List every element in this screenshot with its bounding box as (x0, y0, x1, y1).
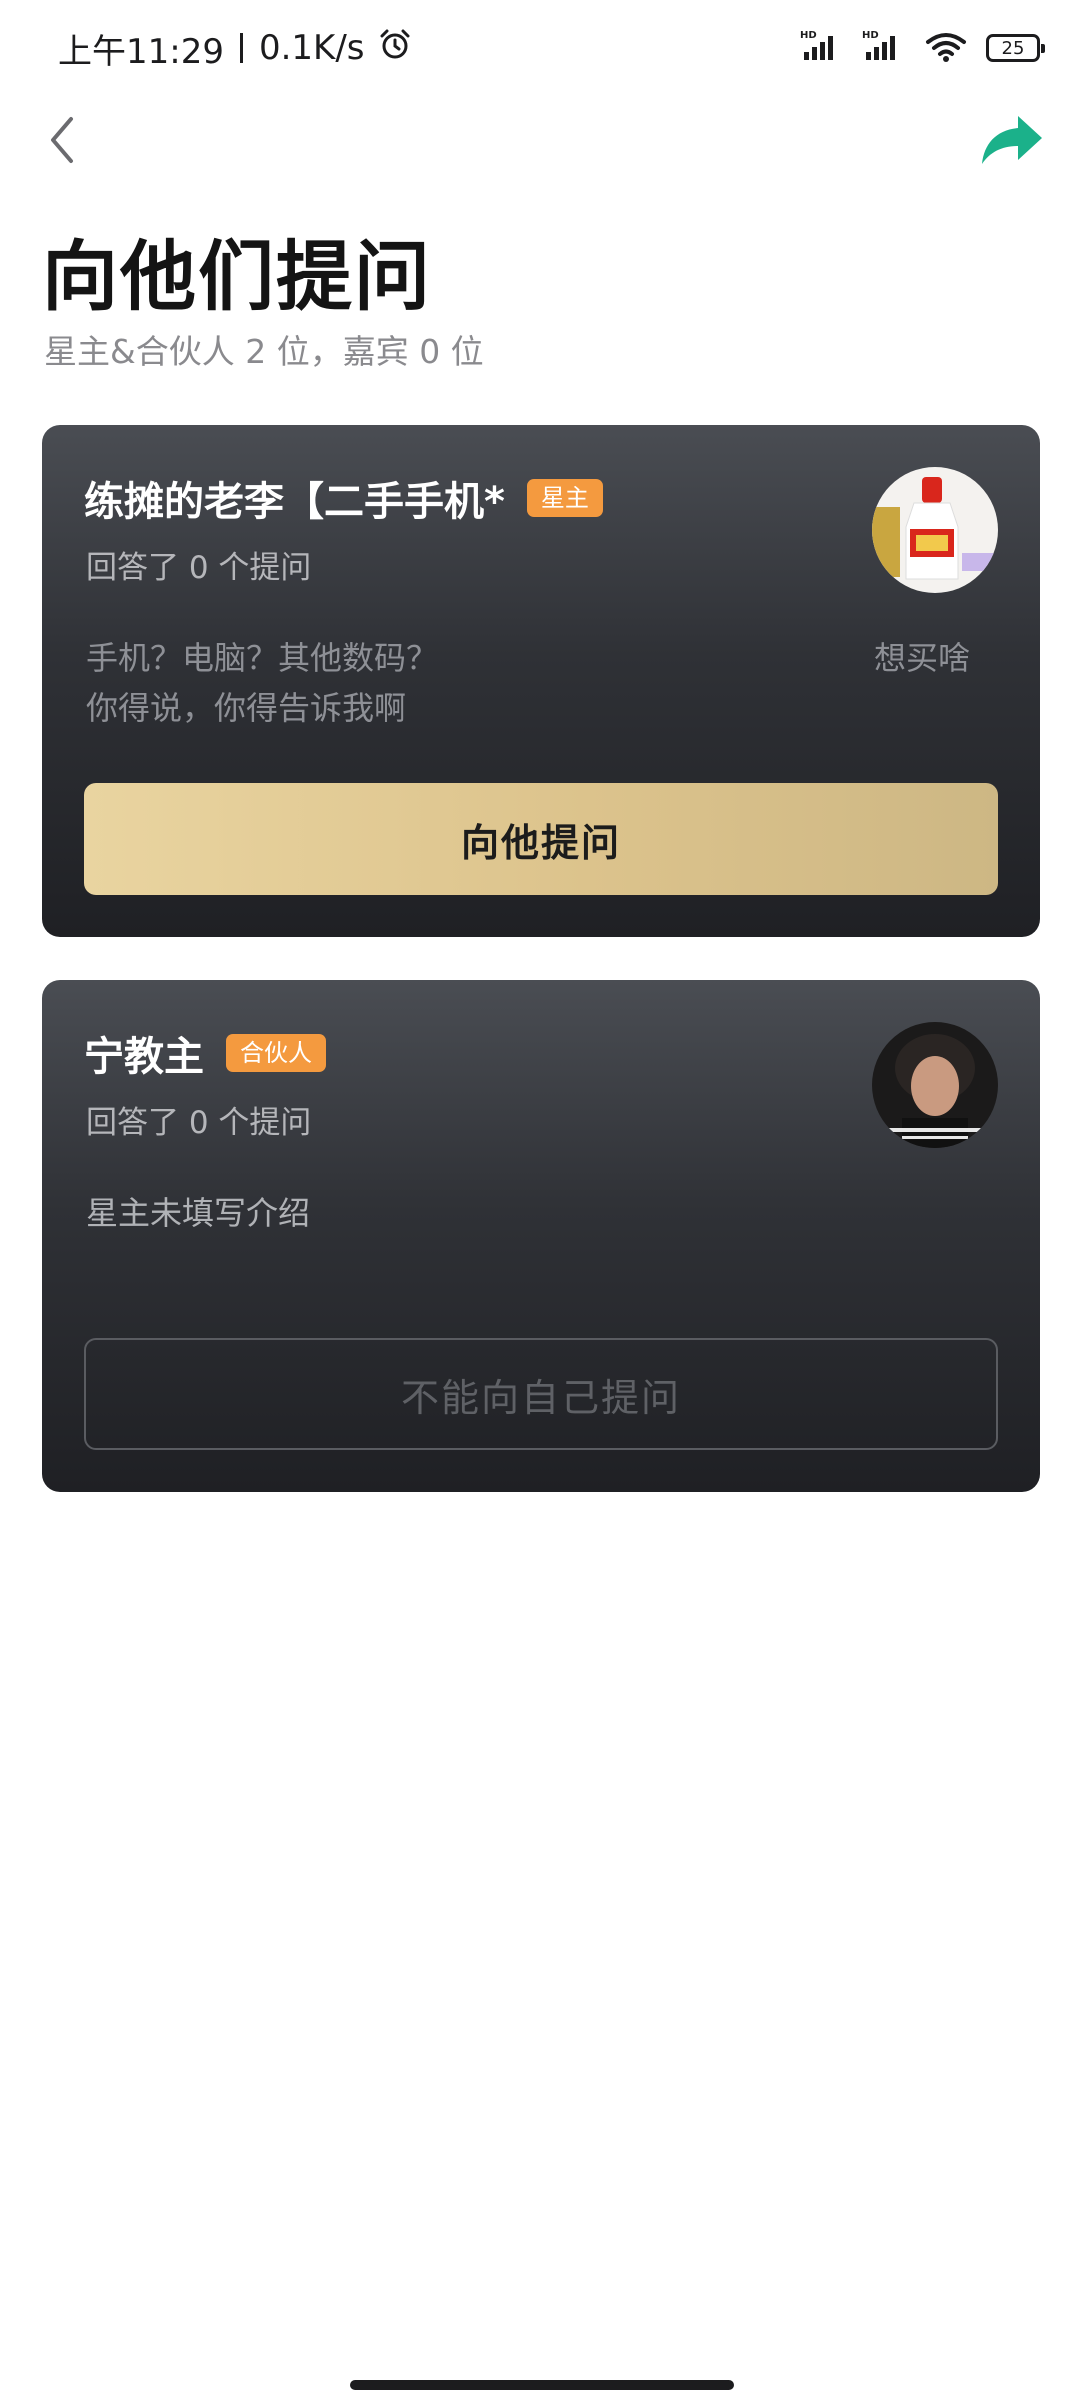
answer-count: 回答了 0 个提问 (86, 1105, 312, 1141)
answer-count: 回答了 0 个提问 (86, 550, 312, 586)
member-name: 宁教主 (84, 1034, 204, 1080)
status-divider (239, 33, 243, 63)
card-name-row: 练摊的老李【二手手机* 星主 (84, 469, 603, 527)
back-button[interactable] (32, 106, 92, 174)
page-title: 向他们提问 (42, 232, 432, 321)
member-tagline: 想买啥 (873, 639, 970, 677)
card-name-row: 宁教主 合伙人 (84, 1024, 326, 1082)
status-time: 上午11:29 (58, 31, 224, 72)
signal-icon: HD (800, 28, 844, 68)
nav-bar (0, 100, 1080, 180)
status-bar: 上午11:29 0.1K/s HD HD 25 (0, 0, 1080, 96)
member-intro: 星主未填写介绍 (86, 1188, 310, 1238)
home-indicator[interactable] (350, 2380, 734, 2390)
role-badge: 合伙人 (226, 1034, 326, 1072)
network-speed: 0.1K/s (258, 28, 365, 68)
share-button[interactable] (972, 106, 1052, 174)
cannot-ask-self-button[interactable]: 不能向自己提问 (84, 1338, 998, 1450)
member-intro: 手机？电脑？其他数码？ 你得说，你得告诉我啊 (86, 633, 438, 733)
share-arrow-icon (982, 116, 1042, 164)
signal-icon-2: HD (862, 28, 906, 68)
ask-him-button[interactable]: 向他提问 (84, 783, 998, 895)
status-left: 上午11:29 0.1K/s (58, 24, 413, 73)
avatar[interactable] (872, 1022, 998, 1148)
member-name: 练摊的老李【二手手机* (84, 479, 505, 525)
chevron-left-icon (51, 117, 73, 163)
svg-text:HD: HD (862, 30, 879, 41)
member-card: 宁教主 合伙人 回答了 0 个提问 星主未填写介绍 不能向自己提问 (42, 980, 1040, 1492)
alarm-icon (377, 26, 413, 71)
role-badge: 星主 (526, 479, 603, 517)
intro-line: 星主未填写介绍 (86, 1194, 311, 1232)
svg-text:HD: HD (800, 30, 817, 41)
member-card: 练摊的老李【二手手机* 星主 回答了 0 个提问 手机？电脑？其他数码？ 你得说… (42, 425, 1040, 937)
avatar[interactable] (872, 467, 998, 593)
page-subtitle: 星主&合伙人 2 位，嘉宾 0 位 (44, 332, 484, 371)
wifi-icon (924, 28, 968, 68)
status-right: HD HD 25 (800, 28, 1045, 68)
intro-line: 你得说，你得告诉我啊 (86, 689, 407, 727)
intro-line: 手机？电脑？其他数码？ (86, 639, 439, 677)
battery-icon: 25 (986, 34, 1045, 62)
screen: 上午11:29 0.1K/s HD HD 25 向他们提问 星主&合伙人 2 位… (0, 0, 1080, 2400)
